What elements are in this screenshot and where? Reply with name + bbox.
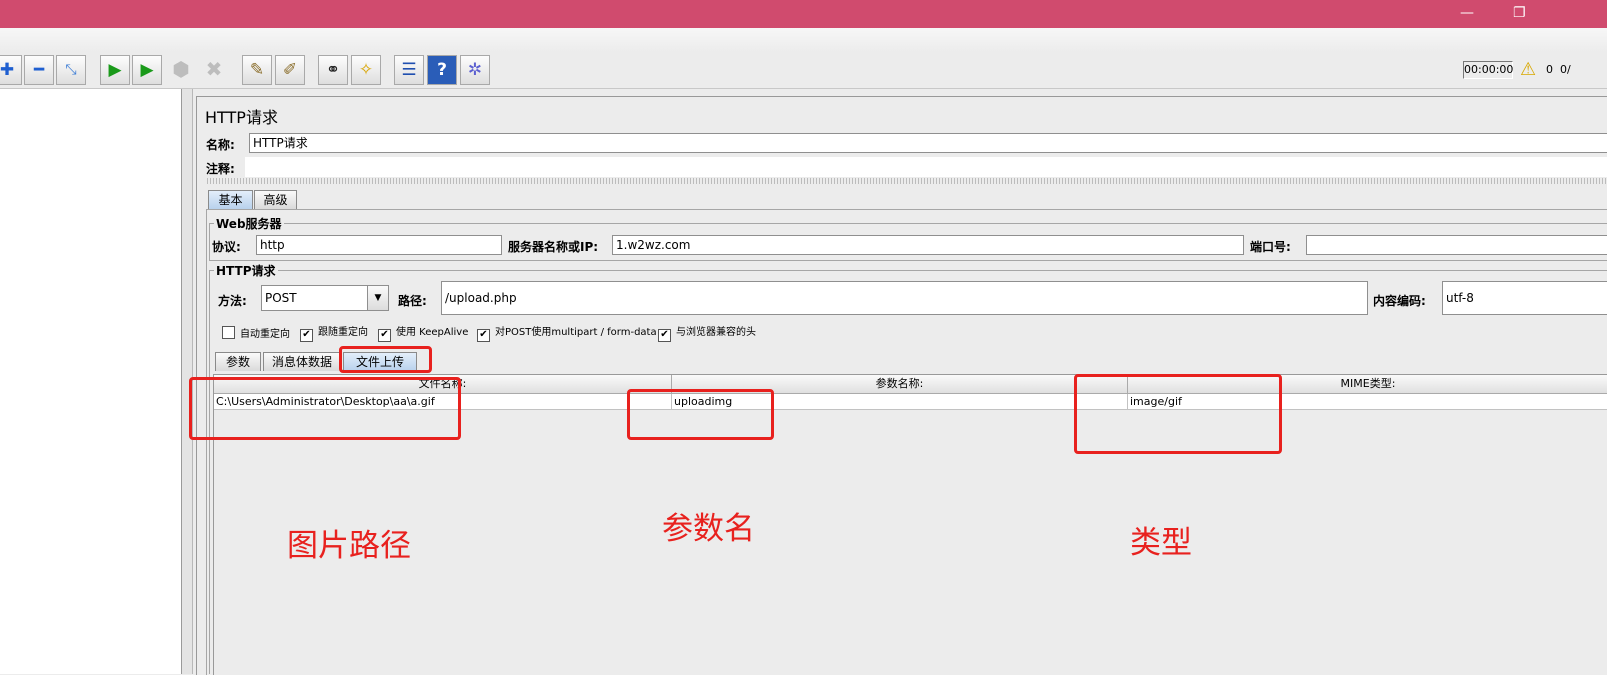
annotation-image-path: 图片路径 (287, 528, 411, 564)
divider (207, 178, 1607, 184)
keepalive-checkbox[interactable]: ✔ 使用 KeepAlive (378, 326, 468, 342)
comment-field[interactable] (245, 157, 1607, 177)
search-binoculars-icon[interactable]: ⚭ (318, 55, 348, 85)
checkmark-icon[interactable]: ✔ (477, 329, 490, 342)
checkbox-label: 跟随重定向 (318, 327, 368, 338)
annotation-box-file-path (189, 377, 461, 440)
tab-advanced[interactable]: 高级 (254, 190, 297, 209)
encoding-label: 内容编码: (1373, 294, 1426, 308)
checkbox-label: 与浏览器兼容的头 (676, 327, 756, 338)
chevron-down-icon[interactable]: ▼ (367, 286, 388, 310)
tab-parameters[interactable]: 参数 (215, 352, 261, 371)
function-helper-icon[interactable]: ☰ (394, 55, 424, 85)
tab-basic[interactable]: 基本 (208, 190, 253, 209)
main-toolbar: ✚ ━ ⤡ ▶ ▶ ⬢ ✖ ✎ ✐ ⚭ ✧ ☰ ? ✲ 00:00:00 ⚠ 0… (0, 52, 1607, 89)
start-no-pause-icon[interactable]: ▶ (132, 55, 162, 85)
annotation-type: 类型 (1130, 525, 1192, 561)
method-value: POST (265, 291, 297, 305)
auto-redirect-checkbox[interactable]: 自动重定向 (222, 326, 290, 342)
remove-icon[interactable]: ━ (24, 55, 54, 85)
checkbox-unchecked-icon[interactable] (222, 326, 235, 339)
port-field[interactable] (1306, 235, 1607, 255)
server-field[interactable]: 1.w2wz.com (612, 235, 1244, 255)
checkbox-label: 自动重定向 (240, 329, 290, 340)
follow-redirect-checkbox[interactable]: ✔ 跟随重定向 (300, 326, 368, 342)
comment-label: 注释: (206, 162, 235, 176)
checkbox-label: 使用 KeepAlive (396, 327, 469, 338)
restore-icon[interactable]: ❐ (1513, 4, 1526, 22)
thread-count: 0/ (1560, 63, 1571, 76)
clear-all-icon[interactable]: ✎ (242, 55, 272, 85)
start-icon[interactable]: ▶ (100, 55, 130, 85)
warning-icon[interactable]: ⚠ (1520, 59, 1536, 80)
minimize-icon[interactable]: — (1460, 4, 1474, 22)
shutdown-icon[interactable]: ✖ (199, 55, 229, 85)
help-icon[interactable]: ? (427, 55, 457, 85)
test-plan-tree[interactable] (0, 89, 182, 674)
checkmark-icon[interactable]: ✔ (300, 329, 313, 342)
method-select[interactable]: POST ▼ (261, 285, 389, 311)
protocol-field[interactable]: http (256, 235, 502, 255)
path-field[interactable]: /upload.php (441, 281, 1368, 315)
checkmark-icon[interactable]: ✔ (378, 329, 391, 342)
annotation-box-mime-type (1074, 374, 1282, 454)
method-label: 方法: (218, 294, 247, 308)
annotation-param-name: 参数名 (662, 511, 755, 547)
tab-body-data[interactable]: 消息体数据 (263, 352, 341, 371)
name-field[interactable]: HTTP请求 (249, 133, 1607, 153)
path-label: 路径: (398, 294, 427, 308)
add-icon[interactable]: ✚ (0, 55, 22, 85)
http-request-title: HTTP请求 (214, 262, 278, 279)
port-label: 端口号: (1250, 240, 1291, 254)
checkbox-label: 对POST使用multipart / form-data (495, 327, 657, 338)
clear-all-broom-icon[interactable]: ✐ (275, 55, 305, 85)
multipart-checkbox[interactable]: ✔ 对POST使用multipart / form-data (477, 326, 657, 342)
browser-compatible-headers-checkbox[interactable]: ✔ 与浏览器兼容的头 (658, 326, 756, 342)
window-titlebar: — ❐ (0, 0, 1607, 28)
annotation-box-file-upload-tab (339, 346, 432, 373)
annotation-box-param-name (627, 389, 774, 440)
reset-search-icon[interactable]: ✧ (351, 55, 381, 85)
menu-strip (0, 28, 1607, 52)
clear-icon[interactable]: ⤡ (56, 55, 86, 85)
elapsed-time: 00:00:00 (1463, 61, 1513, 79)
server-label: 服务器名称或IP: (508, 240, 599, 254)
name-label: 名称: (206, 138, 235, 152)
stop-icon[interactable]: ⬢ (166, 55, 196, 85)
page-title: HTTP请求 (205, 108, 278, 127)
warning-count: 0 (1546, 63, 1553, 76)
checkmark-icon[interactable]: ✔ (658, 329, 671, 342)
remote-icon[interactable]: ✲ (460, 55, 490, 85)
encoding-field[interactable]: utf-8 (1442, 281, 1607, 315)
web-server-title: Web服务器 (214, 215, 284, 232)
protocol-label: 协议: (212, 240, 241, 254)
